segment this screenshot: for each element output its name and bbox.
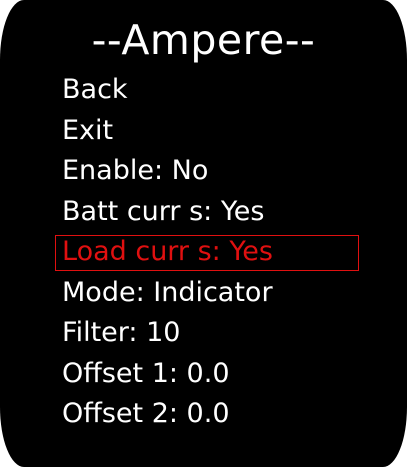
menu-item-offset-1[interactable]: Offset 1: 0.0: [62, 354, 273, 395]
menu-item-label: Enable: No: [62, 155, 209, 186]
menu-item-exit[interactable]: Exit: [62, 111, 273, 152]
menu-item-label: Offset 1: 0.0: [62, 357, 230, 389]
selection-highlight: [55, 235, 359, 271]
menu-item-label: Filter: 10: [62, 317, 181, 348]
menu-item-load-curr-sensor[interactable]: Load curr s: Yes: [55, 232, 359, 273]
menu-item-offset-2[interactable]: Offset 2: 0.0: [62, 394, 273, 435]
settings-menu: Back Exit Enable: No Batt curr s: Yes Lo…: [55, 70, 359, 435]
menu-item-label: Batt curr s: Yes: [62, 195, 265, 227]
menu-item-batt-curr-sensor[interactable]: Batt curr s: Yes: [62, 192, 273, 233]
device-screen: --Ampere-- Back Exit Enable: No Batt cur…: [0, 0, 407, 467]
menu-item-label: Back: [62, 74, 128, 105]
menu-item-filter[interactable]: Filter: 10: [62, 313, 273, 354]
menu-item-enable[interactable]: Enable: No: [62, 151, 273, 192]
menu-item-label: Mode: Indicator: [62, 276, 273, 308]
menu-title: --Ampere--: [91, 16, 316, 64]
menu-item-label: Offset 2: 0.0: [62, 398, 230, 429]
menu-item-back[interactable]: Back: [62, 70, 273, 111]
menu-item-mode[interactable]: Mode: Indicator: [62, 273, 273, 314]
menu-item-label: Exit: [62, 114, 114, 146]
